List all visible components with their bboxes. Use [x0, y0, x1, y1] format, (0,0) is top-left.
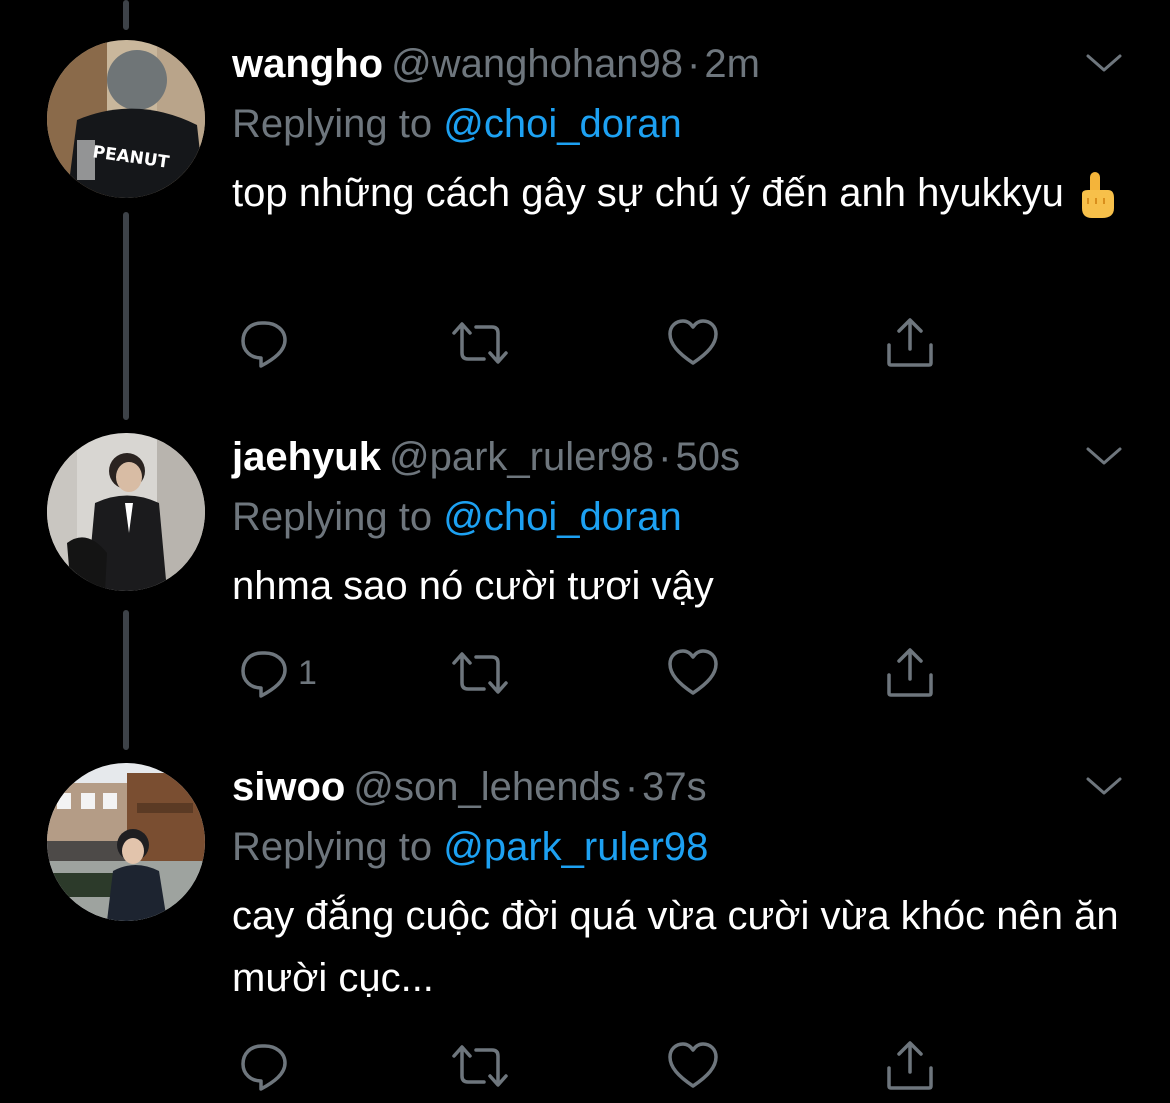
- retweet-button[interactable]: [450, 313, 510, 373]
- avatar-image: [47, 433, 205, 591]
- replying-to-line: Replying to @choi_doran: [232, 493, 1130, 541]
- tweet-content: wangho @wanghohan98 · 2m Replying to @choi_…: [232, 40, 1130, 224]
- like-button[interactable]: [666, 313, 720, 373]
- avatar-image: [47, 763, 205, 921]
- tweet-header: jaehyuk @park_ruler98 · 50s: [232, 433, 1130, 481]
- share-icon: [887, 318, 933, 367]
- reply-button[interactable]: [238, 1036, 298, 1096]
- replying-to-mention[interactable]: @choi_doran: [443, 495, 682, 539]
- tweet-text-content: nhma sao nó cười tươi vậy: [232, 564, 714, 608]
- share-icon: [887, 1041, 933, 1090]
- retweet-icon: [452, 1045, 508, 1087]
- share-button[interactable]: [884, 643, 936, 703]
- chevron-down-icon[interactable]: [1084, 48, 1124, 78]
- replying-to-line: Replying to @choi_doran: [232, 100, 1130, 148]
- replying-to-label: Replying to: [232, 495, 433, 539]
- retweet-icon: [452, 322, 508, 364]
- like-icon: [668, 649, 718, 695]
- thread-line: [123, 0, 129, 30]
- separator-dot: ·: [658, 435, 672, 479]
- tweet-actions: 1: [232, 643, 952, 703]
- replying-to-label: Replying to: [232, 102, 433, 146]
- chevron-down-icon[interactable]: [1084, 771, 1124, 801]
- tweet-actions: [232, 1036, 952, 1096]
- tweet-text: top những cách gây sự chú ý đến anh hyuk…: [232, 162, 1132, 224]
- replying-to-mention[interactable]: @park_ruler98: [443, 825, 708, 869]
- user-handle[interactable]: @son_lehends: [353, 765, 620, 809]
- avatar-image: PEANUT: [47, 40, 205, 198]
- timestamp[interactable]: 50s: [675, 435, 740, 479]
- replying-to-mention[interactable]: @choi_doran: [443, 102, 682, 146]
- reply-icon: [241, 651, 287, 698]
- display-name[interactable]: wangho: [232, 42, 383, 86]
- reply-icon: [241, 1044, 287, 1091]
- user-handle[interactable]: @park_ruler98: [389, 435, 654, 479]
- reply-icon: [241, 321, 287, 368]
- chevron-down-icon[interactable]: [1084, 441, 1124, 471]
- backhand-index-pointing-down-icon: [1081, 172, 1114, 219]
- timestamp[interactable]: 37s: [642, 765, 707, 809]
- share-button[interactable]: [884, 313, 936, 373]
- retweet-button[interactable]: [450, 1036, 510, 1096]
- avatar[interactable]: [47, 433, 205, 591]
- share-icon: [887, 648, 933, 697]
- tweet-content: siwoo @son_lehends · 37s Replying to @park_…: [232, 763, 1130, 1009]
- display-name[interactable]: jaehyuk: [232, 435, 381, 479]
- retweet-icon: [452, 652, 508, 694]
- share-button[interactable]: [884, 1036, 936, 1096]
- tweet-text-content: cay đắng cuộc đời quá vừa cười vừa khóc …: [232, 894, 1119, 1000]
- display-name[interactable]: siwoo: [232, 765, 345, 809]
- timestamp[interactable]: 2m: [704, 42, 760, 86]
- like-button[interactable]: [666, 1036, 720, 1096]
- reply-button[interactable]: 1: [238, 643, 317, 703]
- separator-dot: ·: [687, 42, 701, 86]
- tweet-content: jaehyuk @park_ruler98 · 50s Replying to @ch…: [232, 433, 1130, 617]
- tweet-text: nhma sao nó cười tươi vậy: [232, 555, 1132, 617]
- replying-to-line: Replying to @park_ruler98: [232, 823, 1130, 871]
- retweet-button[interactable]: [450, 643, 510, 703]
- tweet-actions: [232, 313, 952, 373]
- like-button[interactable]: [666, 643, 720, 703]
- tweet-header: siwoo @son_lehends · 37s: [232, 763, 1130, 811]
- user-handle[interactable]: @wanghohan98: [391, 42, 683, 86]
- like-icon: [668, 1042, 718, 1088]
- tweet-text: cay đắng cuộc đời quá vừa cười vừa khóc …: [232, 885, 1132, 1009]
- reply-count: 1: [298, 653, 317, 692]
- tweet-text-content: top những cách gây sự chú ý đến anh hyuk…: [232, 171, 1064, 215]
- separator-dot: ·: [624, 765, 639, 809]
- like-icon: [668, 319, 718, 365]
- avatar[interactable]: PEANUT: [47, 40, 205, 198]
- tweet-header: wangho @wanghohan98 · 2m: [232, 40, 1130, 88]
- reply-button[interactable]: [238, 313, 298, 373]
- replying-to-label: Replying to: [232, 825, 433, 869]
- avatar[interactable]: [47, 763, 205, 921]
